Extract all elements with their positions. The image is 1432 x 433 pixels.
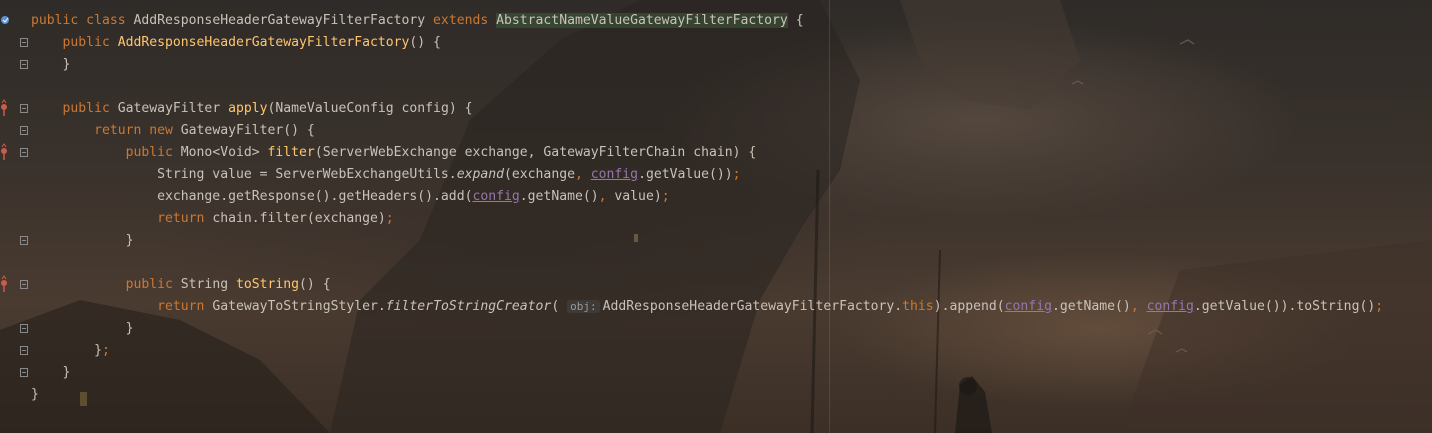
code-token: String <box>180 277 236 292</box>
code-line[interactable]: public String toString() { <box>31 274 1426 296</box>
override-icon[interactable] <box>0 142 28 164</box>
code-token: ; <box>1375 299 1384 314</box>
code-area[interactable]: public class AddResponseHeaderGatewayFil… <box>31 10 1426 428</box>
code-token: } <box>31 233 134 248</box>
code-line[interactable] <box>31 252 1426 274</box>
code-token: config <box>472 189 520 204</box>
fold-icon[interactable] <box>0 362 28 384</box>
fold-icon[interactable] <box>0 54 28 76</box>
code-token: value) <box>614 189 662 204</box>
code-line[interactable]: } <box>31 230 1426 252</box>
code-token: String value = ServerWebExchangeUtils. <box>31 167 457 182</box>
code-token: GatewayFilter <box>117 101 229 116</box>
code-token: .getValue()).toString() <box>1193 299 1376 314</box>
code-token: , <box>598 189 615 204</box>
code-token: config <box>1146 299 1194 314</box>
code-line[interactable]: String value = ServerWebExchangeUtils.ex… <box>31 164 1426 186</box>
code-line[interactable]: } <box>31 318 1426 340</box>
code-token: } <box>31 387 39 402</box>
code-token: .getValue()) <box>638 167 733 182</box>
code-line[interactable]: } <box>31 362 1426 384</box>
code-token: AddResponseHeaderGatewayFilterFactory. <box>602 299 903 314</box>
code-token: return <box>157 299 213 314</box>
code-token: (ServerWebExchange exchange, GatewayFilt… <box>314 145 757 160</box>
code-token: public <box>31 35 118 50</box>
code-token: .getName() <box>1051 299 1131 314</box>
code-line[interactable]: return chain.filter(exchange); <box>31 208 1426 230</box>
code-line[interactable]: } <box>31 54 1426 76</box>
code-token: config <box>590 167 639 182</box>
code-token: ; <box>732 167 741 182</box>
code-token: return new <box>31 123 181 138</box>
code-token: public <box>31 277 181 292</box>
code-line[interactable]: return GatewayToStringStyler.filterToStr… <box>31 296 1426 318</box>
code-token: public class <box>31 13 134 28</box>
code-token: (NameValueConfig config) { <box>267 101 473 116</box>
code-line[interactable]: public class AddResponseHeaderGatewayFil… <box>31 10 1426 32</box>
code-token: return <box>157 211 213 226</box>
code-token: () { <box>299 277 331 292</box>
code-token: ).append( <box>933 299 1005 314</box>
code-token: } <box>31 321 134 336</box>
code-token: (exchange <box>504 167 575 182</box>
code-token: ; <box>661 189 670 204</box>
fold-icon[interactable] <box>0 120 28 142</box>
code-line[interactable]: public AddResponseHeaderGatewayFilterFac… <box>31 32 1426 54</box>
code-token: public <box>31 145 181 160</box>
code-editor[interactable]: public class AddResponseHeaderGatewayFil… <box>0 0 1432 433</box>
code-token: AddResponseHeaderGatewayFilterFactory <box>133 13 434 28</box>
code-token: , <box>574 167 591 182</box>
code-token: GatewayToStringStyler. <box>212 299 386 314</box>
code-line[interactable]: public GatewayFilter apply(NameValueConf… <box>31 98 1426 120</box>
code-token: ( <box>551 299 568 314</box>
code-token: { <box>787 13 804 28</box>
fold-icon[interactable] <box>0 230 28 252</box>
code-token: extends <box>433 13 497 28</box>
code-line[interactable]: exchange.getResponse().getHeaders().add(… <box>31 186 1426 208</box>
code-token: GatewayFilter() { <box>180 123 315 138</box>
fold-icon[interactable] <box>0 340 28 362</box>
code-token: toString <box>235 277 300 292</box>
override-icon[interactable] <box>0 98 28 120</box>
code-token: AddResponseHeaderGatewayFilterFactory <box>117 35 410 50</box>
code-line[interactable]: }; <box>31 340 1426 362</box>
editor-gutter[interactable] <box>0 0 28 433</box>
code-token: Mono<Void> <box>180 145 268 160</box>
code-token: filterToStringCreator <box>385 299 552 314</box>
code-token: this <box>902 299 934 314</box>
fold-icon[interactable] <box>0 318 28 340</box>
code-line[interactable]: } <box>31 384 1426 406</box>
code-token: ; <box>101 343 110 358</box>
code-token: AbstractNameValueGatewayFilterFactory <box>496 13 788 28</box>
code-line[interactable]: public Mono<Void> filter(ServerWebExchan… <box>31 142 1426 164</box>
implementation-icon[interactable] <box>0 10 28 32</box>
code-token: } <box>31 343 102 358</box>
code-token: } <box>31 365 71 380</box>
code-token: filter <box>267 145 315 160</box>
code-token: () { <box>409 35 441 50</box>
code-token: , <box>1130 299 1147 314</box>
code-token: config <box>1004 299 1052 314</box>
code-token: .getName() <box>519 189 599 204</box>
code-line[interactable] <box>31 76 1426 98</box>
code-line[interactable]: return new GatewayFilter() { <box>31 120 1426 142</box>
code-token: public <box>31 101 118 116</box>
fold-icon[interactable] <box>0 32 28 54</box>
code-token: ; <box>385 211 394 226</box>
code-token: exchange.getResponse().getHeaders().add( <box>31 189 473 204</box>
code-token: expand <box>456 167 505 182</box>
parameter-hint: obj: <box>567 300 600 313</box>
code-token: apply <box>228 101 268 116</box>
code-token: chain.filter(exchange) <box>212 211 386 226</box>
code-token: } <box>31 57 71 72</box>
override-icon[interactable] <box>0 274 28 296</box>
